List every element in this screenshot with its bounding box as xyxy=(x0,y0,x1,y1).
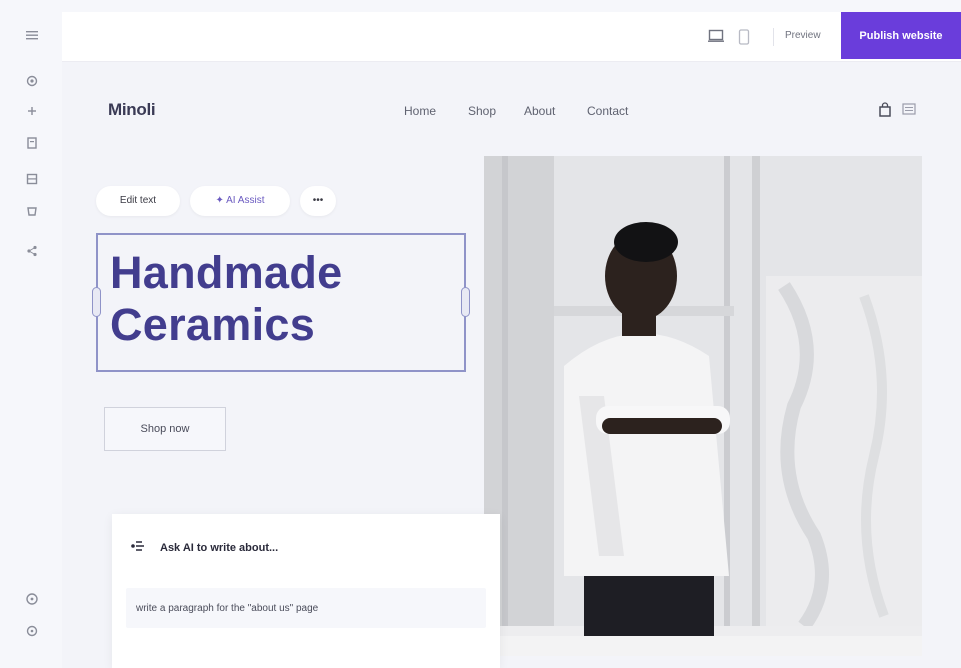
shop-icon[interactable] xyxy=(22,204,42,224)
nav-home[interactable]: Home xyxy=(404,104,436,118)
plus-icon[interactable] xyxy=(22,104,42,124)
publish-website-button[interactable]: Publish website xyxy=(841,12,961,59)
ai-assist-button[interactable]: ✦ AI Assist xyxy=(190,186,290,216)
pages-icon[interactable] xyxy=(22,136,42,156)
headline-selection-box[interactable]: Handmade Ceramics xyxy=(92,233,470,372)
ai-prompt-row xyxy=(126,588,486,628)
menu-icon[interactable] xyxy=(22,28,42,48)
mobile-icon[interactable] xyxy=(738,29,750,48)
help-icon[interactable] xyxy=(22,592,42,612)
nav-shop[interactable]: Shop xyxy=(468,104,496,118)
website-canvas: Minoli Home Shop About Contact Edit text… xyxy=(62,62,961,668)
more-options-button[interactable]: ••• xyxy=(300,186,336,216)
hero-photo[interactable] xyxy=(484,156,922,656)
hero-headline[interactable]: Handmade Ceramics xyxy=(110,247,342,351)
ceramicist-photo-illustration xyxy=(484,156,922,656)
shop-now-button[interactable]: Shop now xyxy=(104,407,226,451)
resize-handle-left[interactable] xyxy=(92,287,101,317)
nav-contact[interactable]: Contact xyxy=(587,104,628,118)
site-brand-logo[interactable]: Minoli xyxy=(108,100,156,120)
layers-icon[interactable] xyxy=(22,172,42,192)
site-menu-icon[interactable] xyxy=(902,102,916,120)
gear-icon[interactable] xyxy=(22,624,42,644)
cart-icon[interactable] xyxy=(878,102,892,122)
edit-text-button[interactable]: Edit text xyxy=(96,186,180,216)
ai-assist-label: AI Assist xyxy=(226,195,265,206)
ai-sparkle-icon xyxy=(130,539,146,556)
nav-about[interactable]: About xyxy=(524,104,555,118)
left-rail xyxy=(0,0,62,668)
ai-card-title: Ask AI to write about... xyxy=(160,542,279,554)
headline-line-2: Ceramics xyxy=(110,299,316,350)
preview-button[interactable]: Preview xyxy=(785,30,821,41)
editor-topbar: Preview Publish website xyxy=(62,12,961,62)
share-icon[interactable] xyxy=(22,244,42,264)
resize-handle-right[interactable] xyxy=(461,287,470,317)
desktop-icon[interactable] xyxy=(708,29,724,46)
settings-icon[interactable] xyxy=(22,74,42,94)
topbar-divider xyxy=(773,28,774,46)
sparkle-icon: ✦ xyxy=(215,195,227,206)
ai-write-card: Ask AI to write about... xyxy=(112,514,500,668)
ai-prompt-input[interactable] xyxy=(136,598,476,618)
headline-line-1: Handmade xyxy=(110,247,343,298)
